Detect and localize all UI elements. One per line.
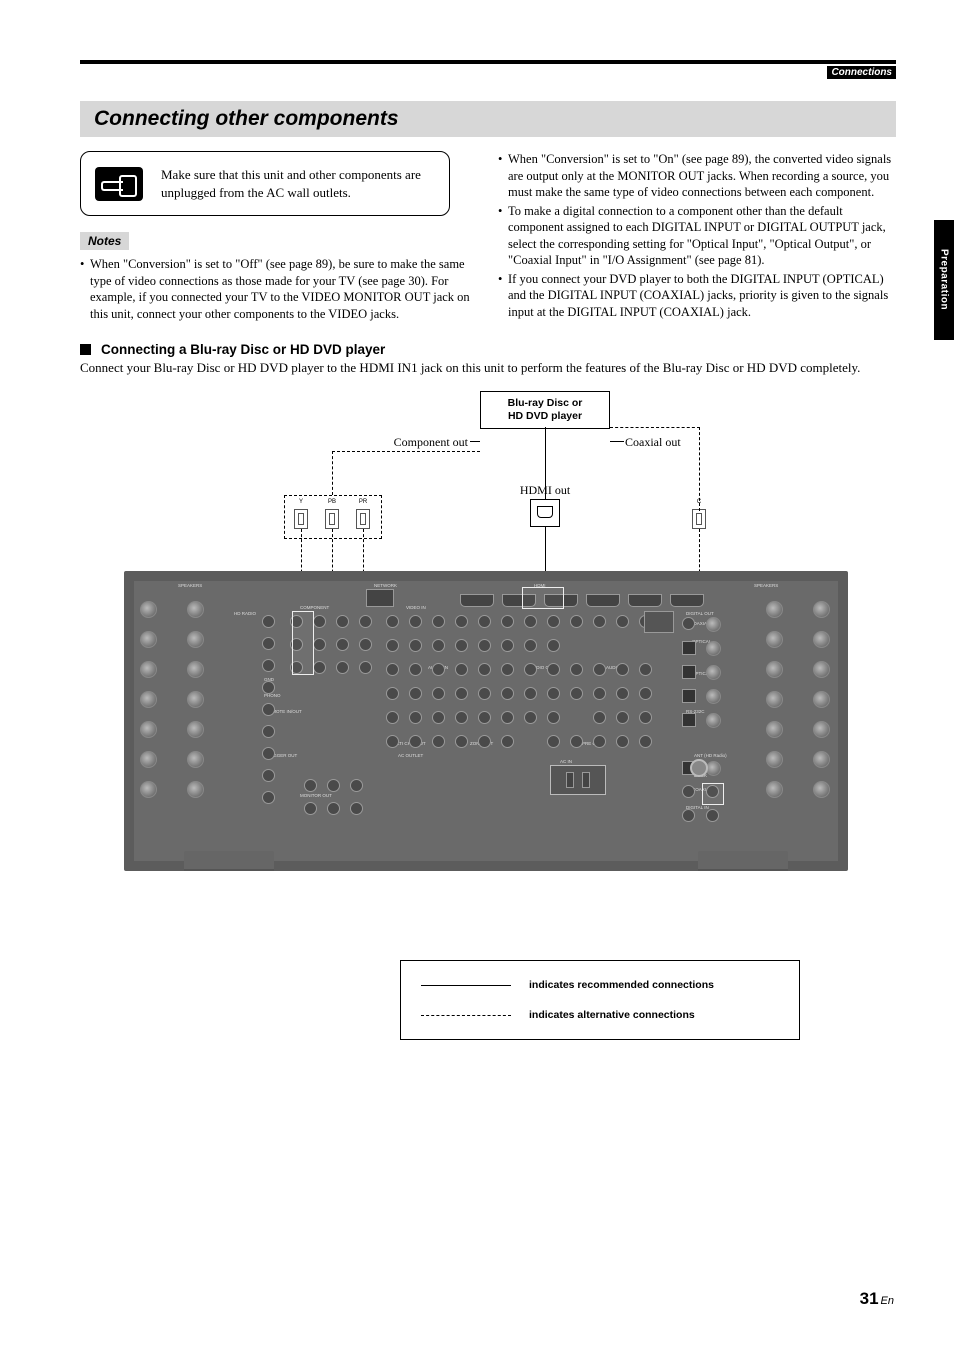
- page-number-value: 31: [860, 1289, 879, 1308]
- note-item: If you connect your DVD player to both t…: [498, 271, 896, 321]
- subsection-body: Connect your Blu-ray Disc or HD DVD play…: [80, 359, 896, 377]
- subsection-title-text: Connecting a Blu-ray Disc or HD DVD play…: [101, 342, 385, 357]
- square-bullet-icon: [80, 344, 91, 355]
- section-title: Connecting other components: [94, 107, 886, 131]
- panel-label: NETWORK: [374, 583, 397, 588]
- page-number-lang: En: [881, 1295, 894, 1307]
- coax-plug: [692, 509, 706, 529]
- legend-alt-text: indicates alternative connections: [529, 1009, 695, 1021]
- note-item: To make a digital connection to a compon…: [498, 203, 896, 269]
- page-number: 31En: [860, 1289, 894, 1309]
- dashed-line-icon: [421, 1015, 511, 1016]
- header-connections-label: Connections: [827, 66, 896, 79]
- hdmi-plug: [530, 499, 560, 527]
- panel-label: SPEAKERS: [178, 583, 202, 588]
- bluray-player-box: Blu-ray Disc or HD DVD player: [480, 391, 610, 429]
- connection-legend: indicates recommended connections indica…: [400, 960, 800, 1040]
- notes-list-right: When "Conversion" is set to "On" (see pa…: [498, 151, 896, 320]
- panel-label: COMPONENT: [300, 605, 329, 610]
- note-item: When "Conversion" is set to "Off" (see p…: [80, 256, 478, 322]
- receiver-rear-panel: SPEAKERS SPEAKERS NETWORK HDMI VIDEO IN …: [124, 571, 848, 871]
- panel-label: DIGITAL OUT: [686, 611, 714, 616]
- panel-label: AC IN: [560, 759, 572, 764]
- section-title-bar: Connecting other components: [80, 101, 896, 137]
- solid-line-icon: [421, 985, 511, 986]
- device-label-line: HD DVD player: [508, 410, 582, 422]
- connection-diagram: Blu-ray Disc or HD DVD player Component …: [80, 391, 896, 931]
- notes-list-left: When "Conversion" is set to "Off" (see p…: [80, 256, 478, 322]
- subsection-heading: Connecting a Blu-ray Disc or HD DVD play…: [80, 342, 896, 357]
- unplug-warning-text: Make sure that this unit and other compo…: [161, 166, 431, 201]
- side-tab-preparation: Preparation: [934, 220, 954, 340]
- panel-label: SPEAKERS: [754, 583, 778, 588]
- legend-rec-text: indicates recommended connections: [529, 979, 714, 991]
- device-label-line: Blu-ray Disc or: [508, 397, 583, 409]
- component-out-label: Component out: [368, 435, 468, 450]
- unplug-icon: [95, 167, 143, 201]
- unplug-warning-box: Make sure that this unit and other compo…: [80, 151, 450, 216]
- component-leader: [332, 451, 480, 495]
- note-item: When "Conversion" is set to "On" (see pa…: [498, 151, 896, 201]
- panel-label: VIDEO IN: [406, 605, 426, 610]
- component-group-box: [284, 495, 382, 539]
- coax-leader: [610, 427, 700, 511]
- panel-label: HD RADIO: [234, 611, 256, 616]
- notes-heading: Notes: [80, 232, 129, 250]
